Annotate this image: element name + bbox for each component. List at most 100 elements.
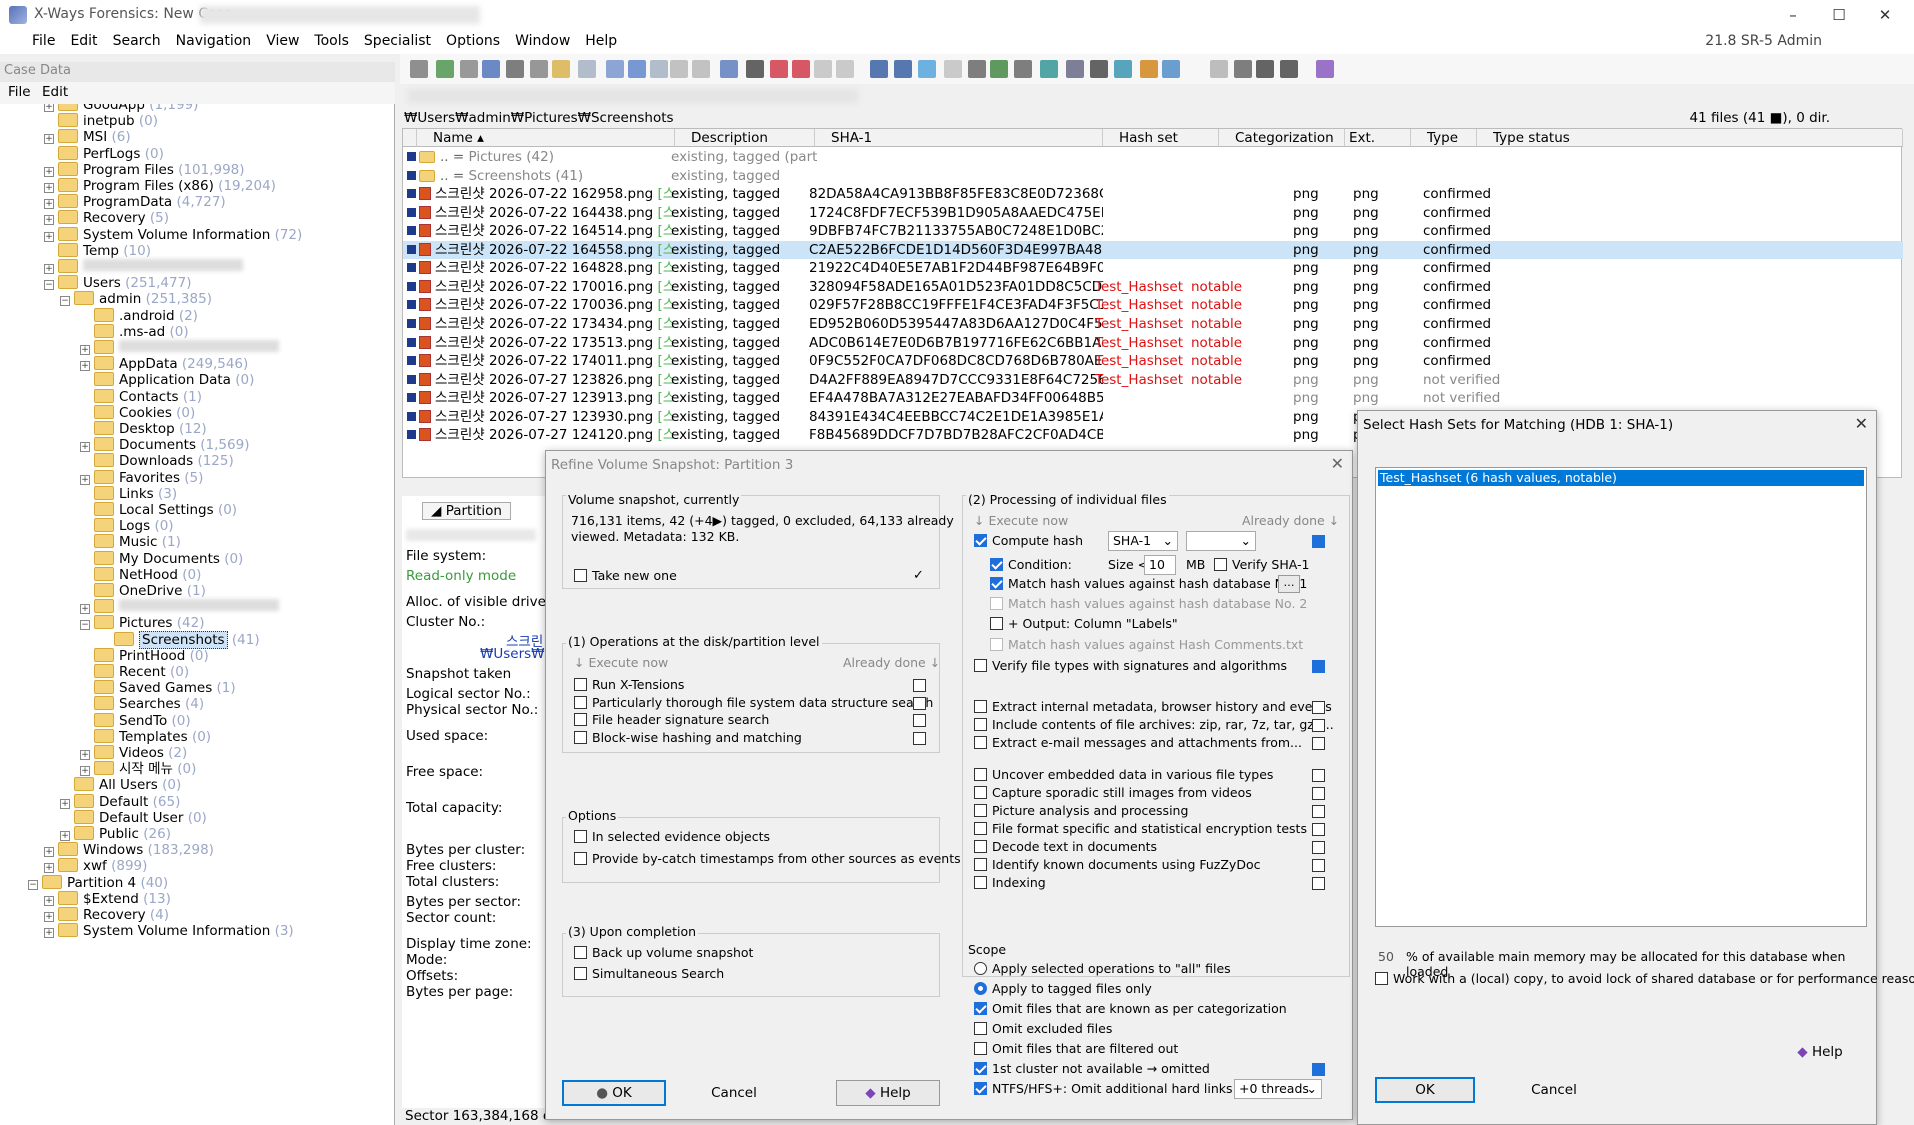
toolbar-button-icon[interactable] [670,60,688,78]
tree-node[interactable]: + System Volume Information (3) [44,922,294,941]
size-input[interactable]: 10 [1144,555,1176,575]
toolbar-button-icon[interactable] [770,60,788,78]
toolbar-button-icon[interactable] [460,60,478,78]
toolbar-button-icon[interactable] [1040,60,1058,78]
menu-navigation[interactable]: Navigation [176,33,252,49]
expand-icon[interactable]: + [80,442,90,453]
expand-icon[interactable]: + [60,831,70,841]
toolbar-button-icon[interactable] [650,60,668,78]
close-icon[interactable]: ✕ [1862,0,1908,30]
table-row[interactable]: 스크린샷 2026-07-27 123913.png [스0FED~1.PNG]… [403,389,1903,408]
file-operation-checkbox[interactable]: Uncover embedded data in various file ty… [974,767,1273,782]
toolbar-button-icon[interactable] [1090,60,1108,78]
disk-operation-checkbox[interactable]: Block-wise hashing and matching [574,730,802,745]
disk-operation-done-checkbox[interactable] [913,731,926,745]
toolbar-button-icon[interactable] [1014,60,1032,78]
omit-excluded-checkbox[interactable]: Omit excluded files [974,1021,1112,1036]
table-row[interactable]: .. = Screenshots (41) existing, tagged [403,167,1903,186]
compute-hash-done[interactable] [1312,535,1325,548]
table-row[interactable]: 스크린샷 2026-07-22 173513.png [스0A87~1.PNG]… [403,334,1903,353]
scope-tagged-radio[interactable]: Apply to tagged files only [974,981,1152,996]
expand-icon[interactable]: + [44,231,54,242]
simultaneous-search-checkbox[interactable]: Simultaneous Search [574,966,724,981]
verify-file-types-checkbox[interactable]: Verify file types with signatures and al… [974,658,1287,673]
hash-algo-select[interactable]: SHA-1 ⌄ [1108,531,1178,551]
table-row[interactable]: 스크린샷 2026-07-22 170036.png [스6070~1.PNG]… [403,296,1903,315]
menu-edit[interactable]: Edit [70,33,97,49]
opt-bycatch-timestamps[interactable]: Provide by-catch timestamps from other s… [574,851,961,866]
header-categorization[interactable]: Categorization [1219,129,1345,147]
expand-icon[interactable]: + [44,912,54,922]
file-operation-checkbox[interactable]: Extract internal metadata, browser histo… [974,699,1332,714]
hash-algo-2-select[interactable]: ⌄ [1186,531,1256,551]
header-sha1[interactable]: SHA-1 [815,129,1103,147]
table-row[interactable]: 스크린샷 2026-07-22 164438.png [스D91E~1.PNG]… [403,204,1903,223]
file-operation-done-checkbox[interactable] [1312,769,1325,782]
hash-cancel-button[interactable]: Cancel [1504,1077,1604,1103]
expand-icon[interactable]: − [80,620,90,631]
toolbar-button-icon[interactable] [1114,60,1132,78]
toolbar-button-icon[interactable] [836,60,854,78]
toolbar-button-icon[interactable] [578,60,596,78]
menu-file[interactable]: File [32,33,55,49]
disk-operation-checkbox[interactable]: Particularly thorough file system data s… [574,695,933,710]
toolbar-button-icon[interactable] [606,60,624,78]
header-description[interactable]: Description [675,129,815,147]
toolbar-button-icon[interactable] [1280,60,1298,78]
file-operation-done-checkbox[interactable] [1312,859,1325,872]
expand-icon[interactable]: − [44,280,54,291]
toolbar-button-icon[interactable] [968,60,986,78]
expand-icon[interactable]: + [44,104,54,112]
table-row[interactable]: 스크린샷 2026-07-22 162958.png [스DEF0~1.PNG]… [403,185,1903,204]
file-operation-checkbox[interactable]: Identify known documents using FuzZyDoc [974,857,1260,872]
header-type-status[interactable]: Type status [1477,129,1903,147]
ok-button[interactable]: ● OK [562,1080,666,1106]
expand-icon[interactable]: + [80,766,90,777]
toolbar-button-icon[interactable] [482,60,500,78]
toolbar-button-icon[interactable] [1234,60,1252,78]
expand-icon[interactable]: + [80,750,90,760]
output-labels-checkbox[interactable]: + Output: Column "Labels" [990,616,1178,631]
first-cluster-done[interactable] [1312,1063,1325,1076]
menu-window[interactable]: Window [515,33,570,49]
case-menu-edit[interactable]: Edit [42,84,68,100]
menu-specialist[interactable]: Specialist [364,33,431,49]
opt-selected-evidence[interactable]: In selected evidence objects [574,829,770,844]
omit-categorized-checkbox[interactable]: Omit files that are known as per categor… [974,1001,1287,1016]
file-operation-checkbox[interactable]: File format specific and statistical enc… [974,821,1307,836]
toolbar-button-icon[interactable] [1256,60,1274,78]
file-operation-done-checkbox[interactable] [1312,841,1325,854]
expand-icon[interactable]: + [44,847,54,858]
expand-icon[interactable]: − [60,296,70,307]
toolbar-button-icon[interactable] [692,60,710,78]
toolbar-button-icon[interactable] [530,60,548,78]
toolbar-button-icon[interactable] [990,60,1008,78]
table-row[interactable]: 스크린샷 2026-07-22 164558.png [스286A~1.PNG]… [403,240,1903,260]
minimize-icon[interactable]: – [1770,0,1816,30]
table-row[interactable]: 스크린샷 2026-07-22 164828.png [스E49A~1.PNG]… [403,259,1903,278]
memory-percent-value[interactable]: 50 [1378,949,1394,964]
toolbar-button-icon[interactable] [552,60,570,78]
file-operation-done-checkbox[interactable] [1312,701,1325,714]
threads-select[interactable]: +0 threads ⌄ [1234,1079,1322,1099]
verify-types-done[interactable] [1312,660,1325,673]
file-operation-checkbox[interactable]: Extract e-mail messages and attachments … [974,735,1302,750]
expand-icon[interactable]: + [44,199,54,210]
table-row[interactable]: 스크린샷 2026-07-22 164514.png [스A0CA~1.PNG]… [403,222,1903,241]
match-comments-checkbox[interactable]: Match hash values against Hash Comments.… [990,637,1303,652]
disk-operation-done-checkbox[interactable] [913,714,926,727]
menu-tools[interactable]: Tools [314,33,349,49]
menu-search[interactable]: Search [113,33,161,49]
toolbar-button-icon[interactable] [720,60,738,78]
header-name[interactable]: Name ▴ [417,129,675,147]
file-operation-checkbox[interactable]: Picture analysis and processing [974,803,1188,818]
expand-icon[interactable]: + [44,134,54,145]
toolbar-button-icon[interactable] [1162,60,1180,78]
toolbar-button-icon[interactable] [792,60,810,78]
expand-icon[interactable]: + [44,166,54,177]
hash-help-button[interactable]: ◆ Help [1770,1039,1870,1065]
verify-sha1-checkbox[interactable]: Verify SHA-1 [1214,557,1310,572]
expand-icon[interactable]: + [44,215,54,226]
first-cluster-checkbox[interactable]: 1st cluster not available → omitted [974,1061,1210,1076]
toolbar-button-icon[interactable] [918,60,936,78]
